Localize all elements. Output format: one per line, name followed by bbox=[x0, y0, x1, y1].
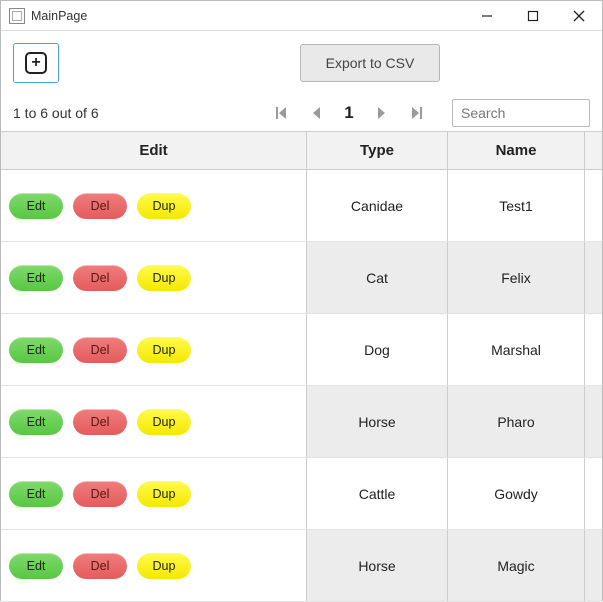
data-grid: Edit Type Name Edt Del Dup CanidaeTest1 Edt D… bbox=[1, 131, 602, 602]
edit-button[interactable]: Edt bbox=[9, 553, 63, 579]
duplicate-button[interactable]: Dup bbox=[137, 409, 191, 435]
header-type: Type bbox=[307, 132, 448, 169]
edit-button[interactable]: Edt bbox=[9, 337, 63, 363]
header-edit: Edit bbox=[1, 132, 307, 169]
first-page-button[interactable] bbox=[270, 102, 292, 124]
edit-cell: Edt Del Dup bbox=[1, 458, 307, 529]
delete-button-label: Del bbox=[91, 343, 110, 357]
delete-button[interactable]: Del bbox=[73, 265, 127, 291]
export-csv-button[interactable]: Export to CSV bbox=[300, 44, 440, 82]
edit-cell: Edt Del Dup bbox=[1, 386, 307, 457]
delete-button[interactable]: Del bbox=[73, 409, 127, 435]
empty-cell bbox=[585, 530, 602, 601]
edit-button[interactable]: Edt bbox=[9, 481, 63, 507]
duplicate-button-label: Dup bbox=[153, 559, 176, 573]
edit-button-label: Edt bbox=[27, 487, 46, 501]
duplicate-button[interactable]: Dup bbox=[137, 337, 191, 363]
record-count-label: 1 to 6 out of 6 bbox=[13, 105, 99, 121]
duplicate-button[interactable]: Dup bbox=[137, 553, 191, 579]
type-cell: Canidae bbox=[307, 170, 448, 241]
delete-button[interactable]: Del bbox=[73, 337, 127, 363]
add-button[interactable]: + bbox=[13, 43, 59, 83]
duplicate-button-label: Dup bbox=[153, 487, 176, 501]
duplicate-button[interactable]: Dup bbox=[137, 193, 191, 219]
duplicate-button[interactable]: Dup bbox=[137, 481, 191, 507]
header-name: Name bbox=[448, 132, 585, 169]
duplicate-button-label: Dup bbox=[153, 271, 176, 285]
delete-button-label: Del bbox=[91, 271, 110, 285]
delete-button[interactable]: Del bbox=[73, 553, 127, 579]
edit-button-label: Edt bbox=[27, 271, 46, 285]
edit-button[interactable]: Edt bbox=[9, 193, 63, 219]
type-cell: Cat bbox=[307, 242, 448, 313]
prev-page-button[interactable] bbox=[306, 102, 328, 124]
duplicate-button-label: Dup bbox=[153, 415, 176, 429]
window-title-bar: MainPage bbox=[1, 1, 602, 31]
duplicate-button[interactable]: Dup bbox=[137, 265, 191, 291]
delete-button[interactable]: Del bbox=[73, 481, 127, 507]
edit-button-label: Edt bbox=[27, 199, 46, 213]
type-cell: Cattle bbox=[307, 458, 448, 529]
empty-cell bbox=[585, 242, 602, 313]
table-row: Edt Del Dup CanidaeTest1 bbox=[1, 170, 602, 242]
current-page-number: 1 bbox=[342, 103, 356, 123]
header-empty bbox=[585, 132, 602, 169]
delete-button-label: Del bbox=[91, 199, 110, 213]
name-cell: Pharo bbox=[448, 386, 585, 457]
app-icon bbox=[9, 8, 25, 24]
empty-cell bbox=[585, 314, 602, 385]
table-row: Edt Del Dup CattleGowdy bbox=[1, 458, 602, 530]
duplicate-button-label: Dup bbox=[153, 199, 176, 213]
table-row: Edt Del Dup CatFelix bbox=[1, 242, 602, 314]
edit-button[interactable]: Edt bbox=[9, 409, 63, 435]
name-cell: Gowdy bbox=[448, 458, 585, 529]
delete-button-label: Del bbox=[91, 415, 110, 429]
edit-cell: Edt Del Dup bbox=[1, 530, 307, 601]
edit-button-label: Edt bbox=[27, 559, 46, 573]
plus-icon: + bbox=[25, 52, 47, 74]
name-cell: Test1 bbox=[448, 170, 585, 241]
name-cell: Magic bbox=[448, 530, 585, 601]
type-cell: Horse bbox=[307, 386, 448, 457]
edit-button-label: Edt bbox=[27, 415, 46, 429]
window-minimize-button[interactable] bbox=[464, 1, 510, 30]
table-row: Edt Del Dup HorsePharo bbox=[1, 386, 602, 458]
window-maximize-button[interactable] bbox=[510, 1, 556, 30]
type-cell: Dog bbox=[307, 314, 448, 385]
table-row: Edt Del Dup HorseMagic bbox=[1, 530, 602, 602]
table-row: Edt Del Dup DogMarshal bbox=[1, 314, 602, 386]
next-page-button[interactable] bbox=[370, 102, 392, 124]
edit-cell: Edt Del Dup bbox=[1, 314, 307, 385]
empty-cell bbox=[585, 386, 602, 457]
edit-cell: Edt Del Dup bbox=[1, 170, 307, 241]
export-csv-label: Export to CSV bbox=[326, 55, 415, 71]
empty-cell bbox=[585, 170, 602, 241]
delete-button[interactable]: Del bbox=[73, 193, 127, 219]
window-title: MainPage bbox=[31, 9, 464, 23]
delete-button-label: Del bbox=[91, 487, 110, 501]
empty-cell bbox=[585, 458, 602, 529]
toolbar: + Export to CSV bbox=[1, 31, 602, 95]
grid-header-row: Edit Type Name bbox=[1, 132, 602, 170]
window-close-button[interactable] bbox=[556, 1, 602, 30]
duplicate-button-label: Dup bbox=[153, 343, 176, 357]
edit-button[interactable]: Edt bbox=[9, 265, 63, 291]
name-cell: Felix bbox=[448, 242, 585, 313]
search-input[interactable] bbox=[452, 99, 590, 127]
name-cell: Marshal bbox=[448, 314, 585, 385]
pagination-bar: 1 to 6 out of 6 1 bbox=[1, 95, 602, 131]
delete-button-label: Del bbox=[91, 559, 110, 573]
pagination-controls: 1 bbox=[270, 102, 428, 124]
edit-button-label: Edt bbox=[27, 343, 46, 357]
type-cell: Horse bbox=[307, 530, 448, 601]
last-page-button[interactable] bbox=[406, 102, 428, 124]
edit-cell: Edt Del Dup bbox=[1, 242, 307, 313]
